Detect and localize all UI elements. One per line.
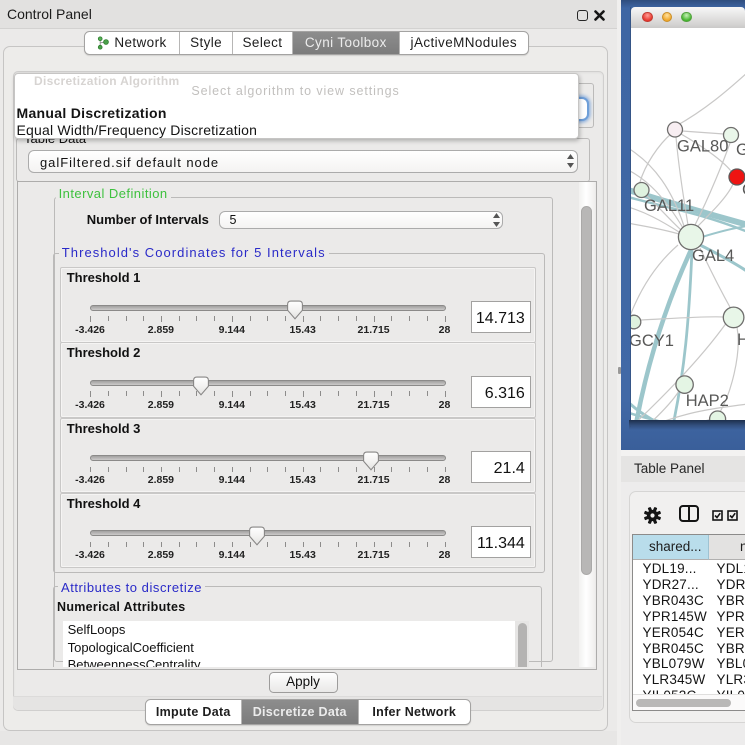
svg-text:HI: HI: [737, 331, 745, 349]
svg-text:GAL11: GAL11: [644, 197, 694, 215]
svg-text:GA: GA: [736, 141, 745, 159]
svg-text:GAL80: GAL80: [677, 138, 728, 156]
svg-text:GCY1: GCY1: [631, 332, 674, 350]
svg-text:GAL4: GAL4: [692, 247, 734, 265]
svg-text:HAP2: HAP2: [686, 392, 729, 410]
